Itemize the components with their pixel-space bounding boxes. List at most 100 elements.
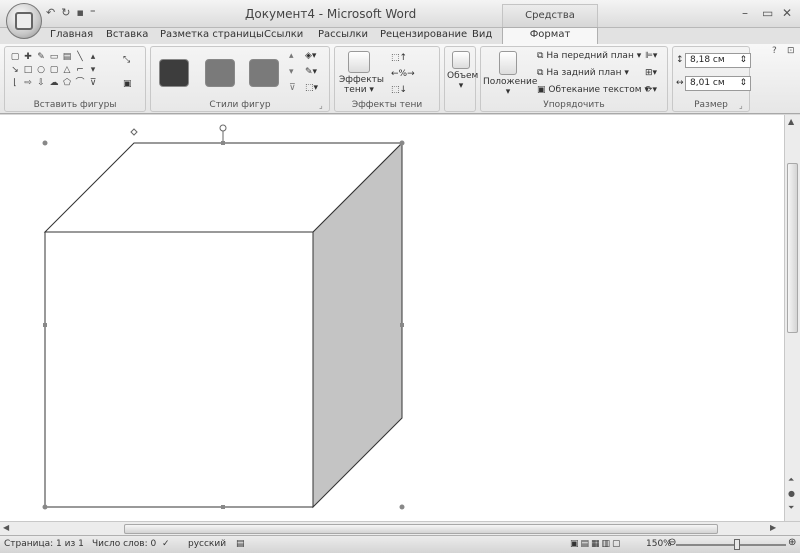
oval-icon[interactable]: ○: [35, 64, 47, 76]
resize-handle-bottom-left[interactable]: [42, 504, 48, 510]
vertical-scroll-thumb[interactable]: [787, 163, 798, 333]
height-spin-icon[interactable]: ⇕: [739, 54, 747, 67]
resize-handle-right[interactable]: [400, 323, 404, 327]
tab-insert[interactable]: Вставка: [106, 29, 148, 40]
pentagon-icon[interactable]: ⬠: [61, 77, 73, 89]
zoom-slider[interactable]: [676, 544, 786, 546]
macro-record-icon[interactable]: ▤: [236, 539, 245, 549]
line-shape-icon[interactable]: ╲: [74, 51, 86, 63]
office-button[interactable]: [6, 3, 42, 39]
gallery-more-icon[interactable]: ⊽: [289, 83, 296, 93]
status-words[interactable]: Число слов: 0: [92, 539, 156, 549]
document-canvas[interactable]: [0, 115, 784, 521]
cube-shape-icon[interactable]: ▢: [9, 51, 21, 63]
shape-outline-icon[interactable]: ✎▾: [305, 67, 317, 77]
elbow-icon[interactable]: ⌐: [74, 64, 86, 76]
ruler-toggle-icon[interactable]: ⊡: [787, 46, 795, 56]
height-input[interactable]: 8,18 см ⇕: [685, 53, 751, 68]
customize-qat-icon[interactable]: ⁼: [90, 6, 96, 19]
shadow-effects-button[interactable]: Эффекты тени ▾: [339, 51, 384, 95]
change-shape-icon[interactable]: ⬚▾: [305, 83, 318, 93]
send-back-button[interactable]: ⧉ На задний план ▾: [537, 68, 629, 78]
scroll-up-icon[interactable]: ▴: [87, 51, 99, 63]
resize-handle-bottom-right[interactable]: [399, 504, 405, 510]
cube-shape[interactable]: [0, 115, 784, 521]
tab-references[interactable]: Ссылки: [264, 29, 303, 40]
rectangle-icon[interactable]: □: [22, 64, 34, 76]
triangle-icon[interactable]: △: [61, 64, 73, 76]
rotate-handle[interactable]: [219, 124, 227, 132]
style-swatch-gray[interactable]: [205, 59, 235, 87]
nudge-shadow-left-icon[interactable]: ←%→: [391, 69, 415, 79]
view-buttons-icon[interactable]: ▣▤▦▥▢: [570, 539, 623, 549]
nudge-shadow-up-icon[interactable]: ⬚↑: [391, 53, 407, 63]
horizontal-scroll-thumb[interactable]: [124, 524, 718, 534]
resize-handle-top[interactable]: [221, 141, 225, 145]
style-swatch-gray-2[interactable]: [249, 59, 279, 87]
arc-icon[interactable]: ⌒: [74, 77, 86, 89]
tab-mailings[interactable]: Рассылки: [318, 29, 368, 40]
pencil-shape-icon[interactable]: ✎: [35, 51, 47, 63]
shapes-gallery[interactable]: ▢ ✚ ✎ ▭ ▤ ╲ ▴ ↘ □ ○ ▢ △ ⌐ ▾ ⌊ ⇨ ⇩ ☁ ⬠ ⌒ …: [9, 51, 109, 91]
zoom-out-icon[interactable]: ⊖: [668, 537, 676, 548]
tab-review[interactable]: Рецензирование: [380, 29, 467, 40]
tab-page-layout[interactable]: Разметка страницы: [160, 29, 264, 40]
down-arrow-icon[interactable]: ⇩: [35, 77, 47, 89]
resize-handle-top-left[interactable]: [42, 140, 48, 146]
cross-shape-icon[interactable]: ✚: [22, 51, 34, 63]
style-swatch-dark[interactable]: [159, 59, 189, 87]
position-button[interactable]: Положение ▾: [483, 51, 537, 97]
shape-fill-icon[interactable]: ◈▾: [305, 51, 316, 61]
spellcheck-icon[interactable]: ✓: [162, 539, 170, 549]
connector-icon[interactable]: ⌊: [9, 77, 21, 89]
dialog-launcher-icon[interactable]: ⌟: [319, 101, 323, 110]
resize-handle-top-right[interactable]: [399, 140, 405, 146]
scroll-left-arrow-icon[interactable]: ◀: [3, 523, 9, 532]
resize-handle-bottom[interactable]: [221, 505, 225, 509]
width-spin-icon[interactable]: ⇕: [739, 77, 747, 90]
tab-format[interactable]: Формат: [502, 27, 598, 45]
cloud-icon[interactable]: ☁: [48, 77, 60, 89]
arrow-line-icon[interactable]: ↘: [9, 64, 21, 76]
text-box-icon[interactable]: ▤: [61, 51, 73, 63]
tab-view[interactable]: Вид: [472, 29, 492, 40]
adjust-handle[interactable]: [130, 128, 138, 136]
gallery-up-icon[interactable]: ▴: [289, 51, 294, 61]
zoom-slider-knob[interactable]: [734, 539, 740, 550]
right-arrow-icon[interactable]: ⇨: [22, 77, 34, 89]
rounded-rect-icon[interactable]: ▢: [48, 64, 60, 76]
size-dialog-launcher-icon[interactable]: ⌟: [739, 101, 743, 110]
rotate-icon[interactable]: ⟳▾: [645, 85, 657, 95]
group-objects-icon[interactable]: ⊞▾: [645, 68, 657, 78]
status-language[interactable]: русский: [188, 539, 226, 549]
scroll-down-icon[interactable]: ▾: [87, 64, 99, 76]
undo-icon[interactable]: ↶: [46, 6, 55, 19]
edit-shape-icon[interactable]: ⤡: [123, 55, 130, 65]
status-page[interactable]: Страница: 1 из 1: [4, 539, 84, 549]
bring-front-button[interactable]: ⧉ На передний план ▾: [537, 51, 641, 61]
align-icon[interactable]: ⊫▾: [645, 51, 657, 61]
gallery-down-icon[interactable]: ▾: [289, 67, 294, 77]
help-icon[interactable]: ?: [772, 46, 777, 56]
nudge-shadow-down-icon[interactable]: ⬚↓: [391, 85, 407, 95]
resize-handle-left[interactable]: [43, 323, 47, 327]
draw-textbox-icon[interactable]: ▣: [123, 79, 132, 89]
save-icon[interactable]: ▪: [76, 6, 83, 19]
scroll-up-arrow-icon[interactable]: ▲: [788, 117, 794, 126]
horizontal-scrollbar[interactable]: ◀ ▶: [0, 521, 800, 535]
more-shapes-icon[interactable]: ⊽: [87, 77, 99, 89]
redo-icon[interactable]: ↻: [61, 6, 70, 19]
rect-shape-icon[interactable]: ▭: [48, 51, 60, 63]
tab-home[interactable]: Главная: [50, 29, 93, 40]
prev-page-icon[interactable]: ⏶: [788, 475, 794, 485]
text-wrap-button[interactable]: ▣ Обтекание текстом ▾: [537, 85, 649, 95]
maximize-icon[interactable]: ▭: [762, 6, 773, 20]
zoom-in-icon[interactable]: ⊕: [788, 537, 796, 548]
browse-object-icon[interactable]: ●: [788, 489, 795, 498]
vertical-scrollbar[interactable]: ▲ ⏶ ● ⏷: [784, 115, 800, 521]
volume-button[interactable]: Объем ▾: [447, 51, 478, 91]
cube-front-face[interactable]: [44, 231, 314, 508]
minimize-icon[interactable]: –: [742, 6, 748, 20]
close-icon[interactable]: ✕: [782, 6, 792, 20]
scroll-right-arrow-icon[interactable]: ▶: [770, 523, 776, 532]
